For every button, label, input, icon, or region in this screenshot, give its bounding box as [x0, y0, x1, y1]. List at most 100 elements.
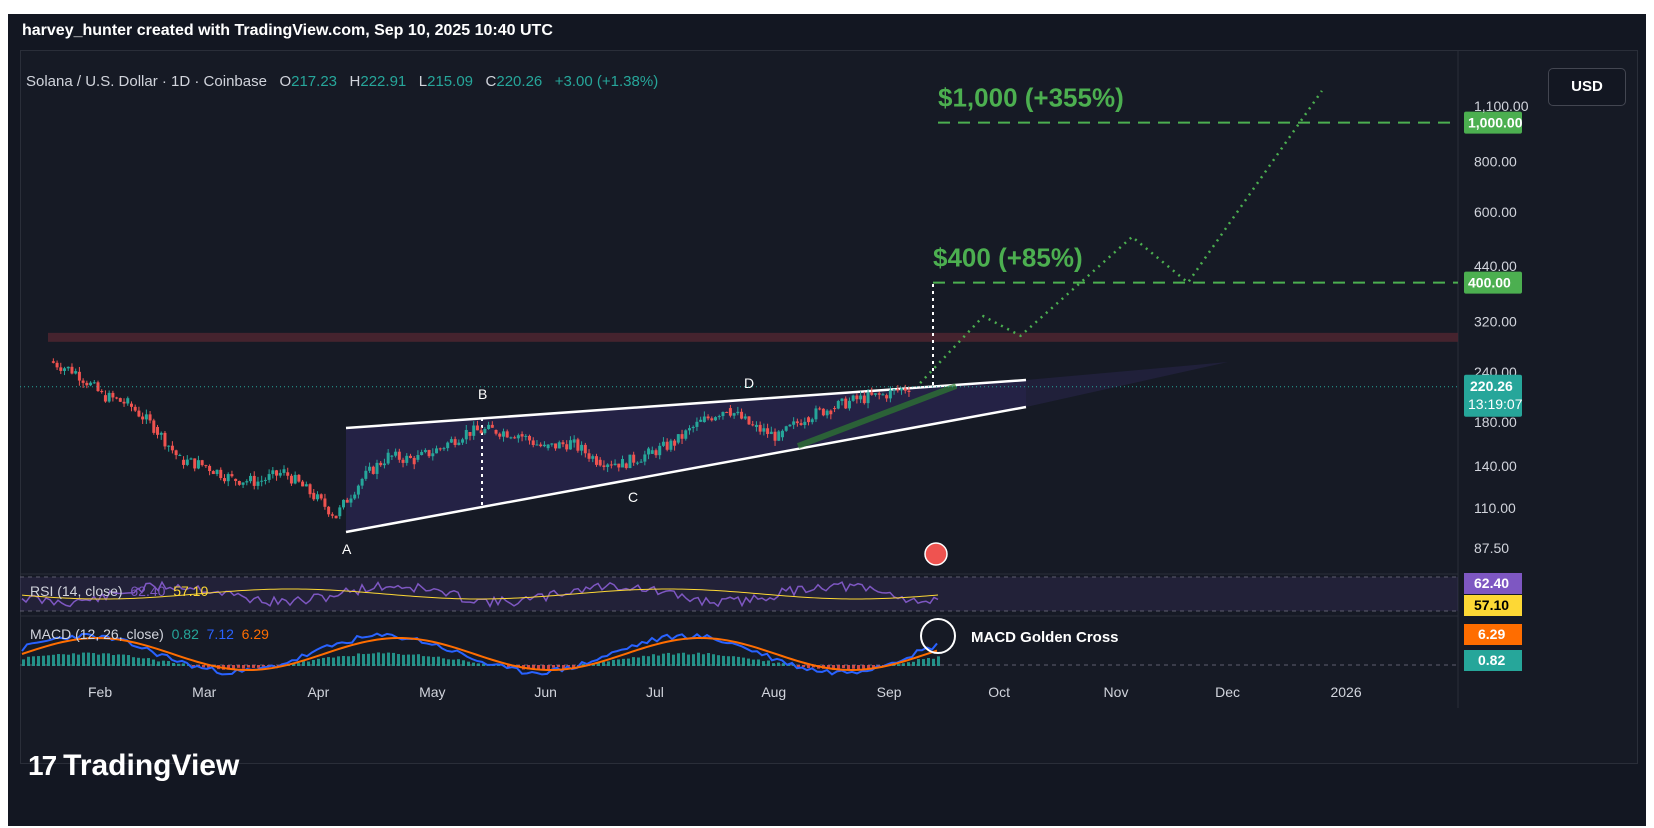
candle-body — [851, 395, 855, 401]
time-axis-tick: Oct — [988, 684, 1010, 700]
macd-histogram-bar — [762, 661, 765, 666]
candle-body — [758, 424, 762, 432]
macd-histogram-bar — [917, 659, 920, 666]
candle-body — [699, 419, 703, 422]
candle-body — [100, 391, 104, 393]
candle-body — [833, 408, 837, 410]
candle-body — [386, 452, 390, 464]
macd-histogram-bar — [317, 658, 320, 666]
time-axis-tick: Feb — [88, 684, 112, 700]
candle-body — [394, 451, 398, 456]
candle-body — [881, 394, 885, 396]
candle-body — [51, 361, 55, 363]
tradingview-logo: 17 TradingView — [28, 749, 239, 783]
candle-body — [208, 465, 212, 472]
candle-body — [200, 460, 204, 466]
candle-body — [431, 453, 435, 457]
candle-body — [609, 464, 613, 466]
macd-histogram-bar — [357, 653, 360, 666]
candle-body — [777, 431, 781, 441]
candle-body — [550, 443, 554, 445]
candle-body — [461, 439, 465, 443]
candle-body — [133, 406, 137, 411]
macd-histogram-bar — [712, 654, 715, 666]
macd-hist-value: 0.82 — [171, 626, 199, 642]
candle-body — [129, 403, 133, 407]
macd-histogram-bar — [907, 662, 910, 666]
candle-body — [807, 417, 811, 423]
candle-body — [524, 435, 528, 437]
candle-body — [654, 450, 658, 456]
rsi-legend: RSI (14, close) 62.40 57.10 — [30, 583, 208, 599]
candle-body — [401, 459, 405, 463]
candle-body — [877, 393, 881, 395]
candle-body — [903, 388, 907, 391]
candle-body — [379, 462, 383, 466]
candle-body — [342, 499, 346, 508]
candle-body — [189, 458, 193, 460]
macd-histogram-bar — [732, 656, 735, 666]
candle-body — [420, 452, 424, 456]
candle-body — [635, 462, 639, 464]
macd-histogram-bar — [252, 665, 255, 668]
macd-histogram-bar — [757, 659, 760, 666]
candle-body — [702, 416, 706, 423]
macd-histogram-bar — [72, 653, 75, 666]
rsi-title: RSI (14, close) — [30, 583, 123, 599]
candle-body — [803, 421, 807, 426]
rsi-ma-value: 57.10 — [173, 583, 209, 599]
macd-histogram-bar — [342, 655, 345, 666]
macd-histogram-bar — [242, 665, 245, 669]
candle-body — [676, 434, 680, 443]
candle-body — [308, 484, 312, 495]
macd-annotation: MACD Golden Cross — [971, 629, 1119, 646]
candle-body — [107, 392, 111, 402]
candle-body — [628, 454, 632, 469]
candle-body — [81, 380, 85, 383]
wedge-projection-fill — [1026, 362, 1228, 407]
candle-body — [408, 455, 412, 458]
macd-histogram-bar — [902, 663, 905, 666]
macd-histogram-bar — [602, 661, 605, 666]
candle-body — [565, 444, 569, 450]
candle-body — [148, 414, 152, 421]
candle-body — [892, 389, 896, 391]
candle-body — [732, 413, 736, 416]
macd-histogram-bar — [422, 656, 425, 666]
macd-histogram-bar — [412, 654, 415, 666]
macd-histogram-bar — [402, 654, 405, 666]
macd-histogram-bar — [177, 663, 180, 666]
candle-body — [784, 426, 788, 431]
macd-histogram-bar — [122, 654, 125, 666]
macd-signal-badge-text: 6.29 — [1478, 626, 1505, 642]
macd-histogram-bar — [477, 663, 480, 666]
candle-body — [435, 448, 439, 454]
macd-histogram-bar — [297, 663, 300, 666]
time-axis-tick: Jul — [646, 684, 664, 700]
macd-histogram-bar — [37, 656, 40, 666]
rsi-value: 62.40 — [130, 583, 166, 599]
macd-histogram-bar — [437, 656, 440, 666]
macd-histogram-bar — [382, 653, 385, 666]
candle-body — [695, 421, 699, 427]
candle-body — [721, 411, 725, 417]
macd-histogram-bar — [162, 660, 165, 666]
macd-histogram-bar — [847, 665, 850, 670]
candle-body — [814, 408, 818, 420]
candle-body — [572, 439, 576, 443]
candle-body — [446, 442, 450, 449]
candle-body — [743, 416, 747, 419]
candle-body — [542, 444, 546, 447]
rsi-ma-badge-text: 57.10 — [1474, 597, 1509, 613]
macd-histogram-bar — [672, 654, 675, 666]
candle-body — [141, 416, 145, 420]
candle-body — [728, 408, 732, 416]
macd-histogram-bar — [937, 656, 940, 666]
tv-logo-mark: 17 — [28, 750, 57, 781]
candle-body — [457, 442, 461, 445]
candle-body — [855, 395, 859, 400]
candle-body — [684, 430, 688, 439]
candle-body — [643, 454, 647, 462]
macd-histogram-bar — [922, 659, 925, 666]
time-axis-tick: Jun — [534, 684, 557, 700]
